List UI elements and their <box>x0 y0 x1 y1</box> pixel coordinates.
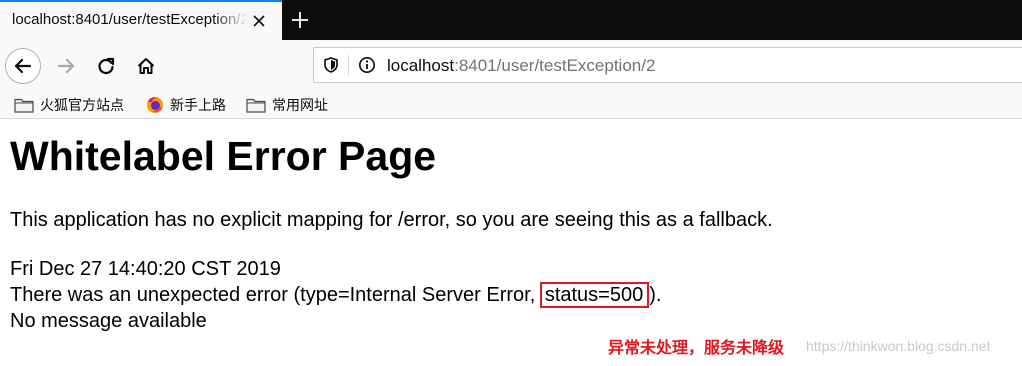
close-tab-icon[interactable] <box>250 12 268 30</box>
forward-arrow-icon <box>57 58 75 74</box>
error-line: There was an unexpected error (type=Inte… <box>10 282 661 308</box>
bookmark-firefox-official[interactable]: 火狐官方站点 <box>14 95 124 115</box>
error-description: This application has no explicit mapping… <box>10 209 773 231</box>
home-button[interactable] <box>128 48 164 84</box>
tab-title: localhost:8401/user/testException/2 <box>12 11 248 28</box>
reload-button[interactable] <box>88 48 124 84</box>
error-details: Fri Dec 27 14:40:20 CST 2019 There was a… <box>10 256 661 334</box>
folder-icon <box>14 98 34 113</box>
firefox-icon <box>147 97 163 113</box>
watermark-text: https://thinkwon.blog.csdn.net <box>806 338 991 354</box>
bookmark-label: 火狐官方站点 <box>40 97 124 113</box>
error-timestamp: Fri Dec 27 14:40:20 CST 2019 <box>10 258 281 280</box>
error-suffix-text: ). <box>649 284 662 306</box>
url-path: :8401/user/testException/2 <box>454 56 656 75</box>
bookmarks-bar: 火狐官方站点 新手上路 常用网址 <box>0 92 1022 119</box>
forward-button[interactable] <box>48 48 84 84</box>
bookmark-label: 新手上路 <box>170 97 226 113</box>
address-bar-divider <box>348 55 349 75</box>
navigation-bar: localhost:8401/user/testException/2 <box>0 40 1022 92</box>
error-type-text: There was an unexpected error (type=Inte… <box>10 284 541 306</box>
folder-icon <box>246 98 266 113</box>
back-button[interactable] <box>5 48 41 84</box>
annotation-note: 异常未处理，服务未降级 <box>608 340 785 357</box>
bookmark-getting-started[interactable]: 新手上路 <box>146 95 226 115</box>
tracking-shield-icon[interactable] <box>322 56 340 74</box>
site-info-icon[interactable] <box>358 56 376 74</box>
reload-icon <box>98 57 115 75</box>
url-text[interactable]: localhost:8401/user/testException/2 <box>387 56 655 76</box>
status-highlight-box: status=500 <box>539 282 650 308</box>
error-message: No message available <box>10 310 207 332</box>
tab-strip: localhost:8401/user/testException/2 <box>0 0 1022 40</box>
browser-tab[interactable]: localhost:8401/user/testException/2 <box>0 0 282 40</box>
new-tab-icon[interactable] <box>288 8 312 32</box>
url-host: localhost <box>387 56 455 75</box>
bookmark-label: 常用网址 <box>272 97 328 113</box>
bookmark-common-sites[interactable]: 常用网址 <box>246 95 328 115</box>
page-content: Whitelabel Error Page This application h… <box>0 120 1022 366</box>
page-title: Whitelabel Error Page <box>10 133 437 179</box>
address-bar[interactable]: localhost:8401/user/testException/2 <box>313 47 1022 83</box>
back-arrow-icon <box>14 58 32 74</box>
home-icon <box>137 58 155 74</box>
